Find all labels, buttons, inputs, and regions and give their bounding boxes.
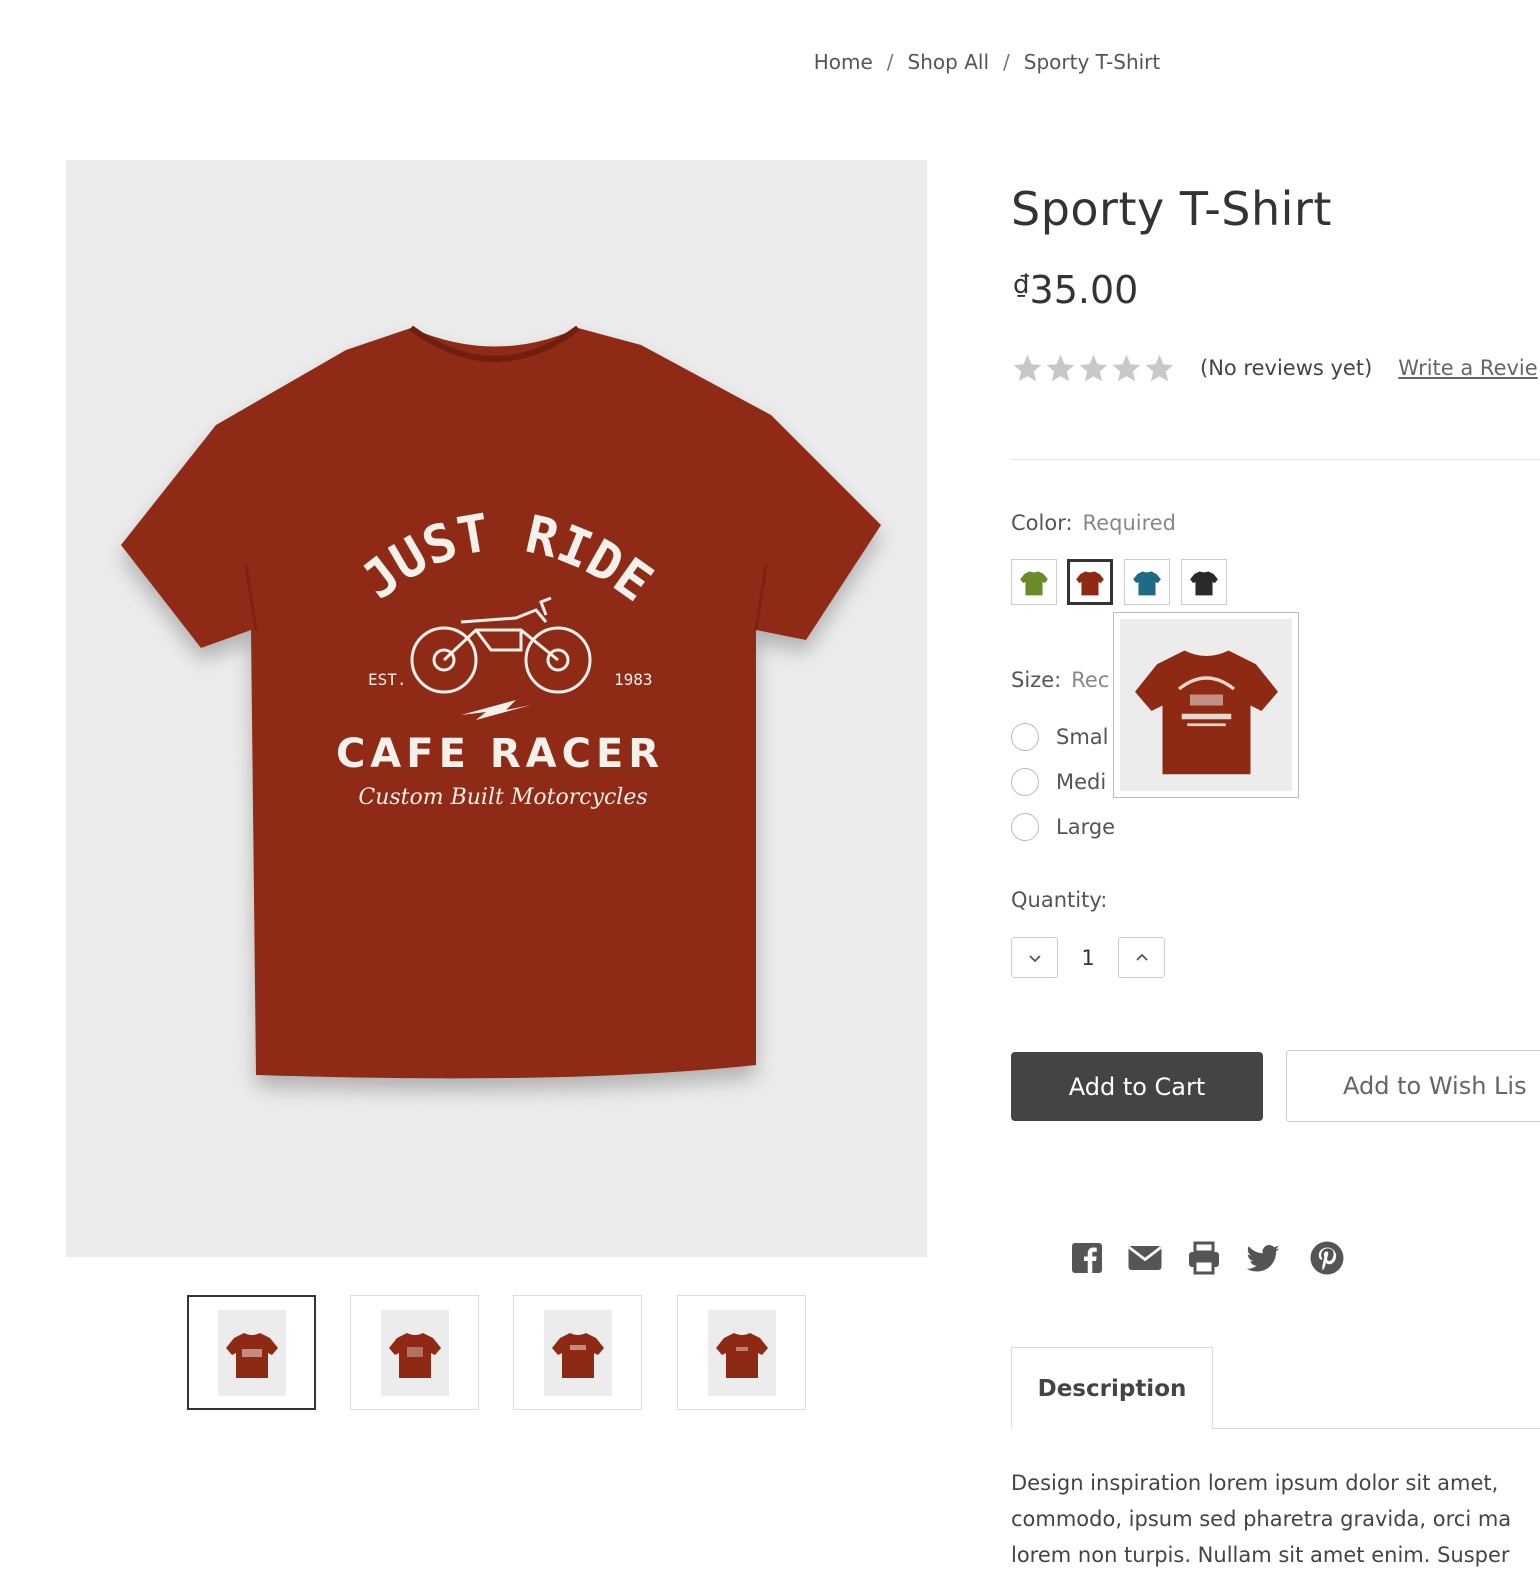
radio-button[interactable] <box>1011 768 1039 796</box>
size-radio-medium[interactable]: Medi <box>1011 767 1106 797</box>
tshirt-thumbnail-icon <box>388 1332 441 1378</box>
tab-description[interactable]: Description <box>1011 1347 1213 1429</box>
product-price: ₫35.00 <box>1013 268 1138 312</box>
description-line: commodo, ipsum sed pharetra gravida, orc… <box>1011 1507 1512 1531</box>
print-icon[interactable] <box>1186 1240 1222 1276</box>
main-product-image[interactable]: JUST RIDE EST. 1983 CAFE RACER Custom Bu… <box>66 160 927 1257</box>
color-swatch-red[interactable] <box>1067 559 1113 605</box>
thumbnail-3[interactable] <box>513 1295 642 1410</box>
breadcrumb-separator: / <box>886 50 894 74</box>
reviews-count-text: (No reviews yet) <box>1200 356 1373 380</box>
tshirt-thumbnail-icon <box>551 1332 604 1378</box>
color-swatch-black[interactable] <box>1181 559 1227 605</box>
star-empty-icon <box>1145 354 1174 381</box>
breadcrumb-home[interactable]: Home <box>814 50 873 74</box>
size-option-label: Smal <box>1056 725 1109 749</box>
description-line: lorem non turpis. Nullam sit amet enim. … <box>1011 1543 1510 1567</box>
tshirt-thumbnail-icon <box>225 1332 278 1378</box>
color-label: Color: Required <box>1011 511 1176 535</box>
tshirt-swatch-icon <box>1133 571 1161 596</box>
tshirt-thumbnail-icon <box>715 1332 768 1378</box>
pinterest-icon[interactable] <box>1309 1240 1345 1276</box>
size-radio-small[interactable]: Smal <box>1011 722 1109 752</box>
facebook-icon[interactable] <box>1069 1240 1105 1276</box>
swatch-preview-popup <box>1113 612 1299 798</box>
tshirt-preview-image <box>1134 650 1278 774</box>
color-swatch-green[interactable] <box>1011 559 1057 605</box>
product-title: Sporty T-Shirt <box>1011 182 1332 236</box>
description-line: Design inspiration lorem ipsum dolor sit… <box>1011 1471 1499 1495</box>
rating-row: (No reviews yet) Write a Revie <box>1011 350 1538 386</box>
quantity-input[interactable] <box>1063 937 1113 978</box>
tshirt-swatch-icon <box>1076 571 1104 596</box>
thumbnail-2[interactable] <box>350 1295 479 1410</box>
email-icon[interactable] <box>1127 1240 1163 1276</box>
quantity-label: Quantity: <box>1011 888 1108 912</box>
size-option-label: Medi <box>1056 770 1107 794</box>
size-required-text: Rec <box>1071 668 1110 692</box>
twitter-icon[interactable] <box>1245 1240 1281 1276</box>
radio-button[interactable] <box>1011 723 1039 751</box>
add-to-cart-button[interactable]: Add to Cart <box>1011 1052 1263 1121</box>
chevron-down-icon <box>1028 954 1041 962</box>
star-empty-icon <box>1046 354 1075 381</box>
price-value: 35.00 <box>1029 268 1139 312</box>
shirt-year-label: 1983 <box>614 670 653 689</box>
size-label: Size: Rec <box>1011 668 1109 692</box>
size-option-label: Large <box>1056 815 1116 839</box>
add-to-wishlist-button[interactable]: Add to Wish Lis <box>1286 1050 1540 1122</box>
breadcrumb-current: Sporty T-Shirt <box>1023 50 1161 74</box>
color-required-text: Required <box>1082 511 1177 535</box>
quantity-increase-button[interactable] <box>1118 937 1165 978</box>
color-label-text: Color: <box>1011 511 1073 535</box>
tshirt-swatch-icon <box>1190 571 1218 596</box>
thumbnail-1[interactable] <box>187 1295 316 1410</box>
shirt-graphic-main-text: CAFE RACER <box>336 731 664 777</box>
currency-symbol: ₫ <box>1013 270 1030 300</box>
product-description: Design inspiration lorem ipsum dolor sit… <box>1011 1465 1540 1573</box>
shirt-graphic-script-text: Custom Built Motorcycles <box>358 785 647 810</box>
size-label-text: Size: <box>1011 668 1062 692</box>
star-empty-icon <box>1112 354 1141 381</box>
radio-button[interactable] <box>1011 813 1039 841</box>
tshirt-image: JUST RIDE EST. 1983 CAFE RACER Custom Bu… <box>121 325 881 1079</box>
divider <box>1011 459 1540 460</box>
size-radio-large[interactable]: Large <box>1011 812 1115 842</box>
thumbnail-4[interactable] <box>677 1295 806 1410</box>
quantity-decrease-button[interactable] <box>1011 937 1058 978</box>
breadcrumb-shop-all[interactable]: Shop All <box>908 50 989 74</box>
star-empty-icon <box>1079 354 1108 381</box>
tshirt-swatch-icon <box>1020 571 1048 596</box>
breadcrumb-separator: / <box>1003 50 1010 74</box>
shirt-est-label: EST. <box>368 670 407 689</box>
color-swatch-teal[interactable] <box>1124 559 1170 605</box>
star-empty-icon <box>1013 354 1042 381</box>
chevron-up-icon <box>1135 953 1148 961</box>
write-review-link[interactable]: Write a Revie <box>1398 356 1537 380</box>
breadcrumb: Home / Shop All / Sporty T-Shirt <box>0 50 1540 74</box>
